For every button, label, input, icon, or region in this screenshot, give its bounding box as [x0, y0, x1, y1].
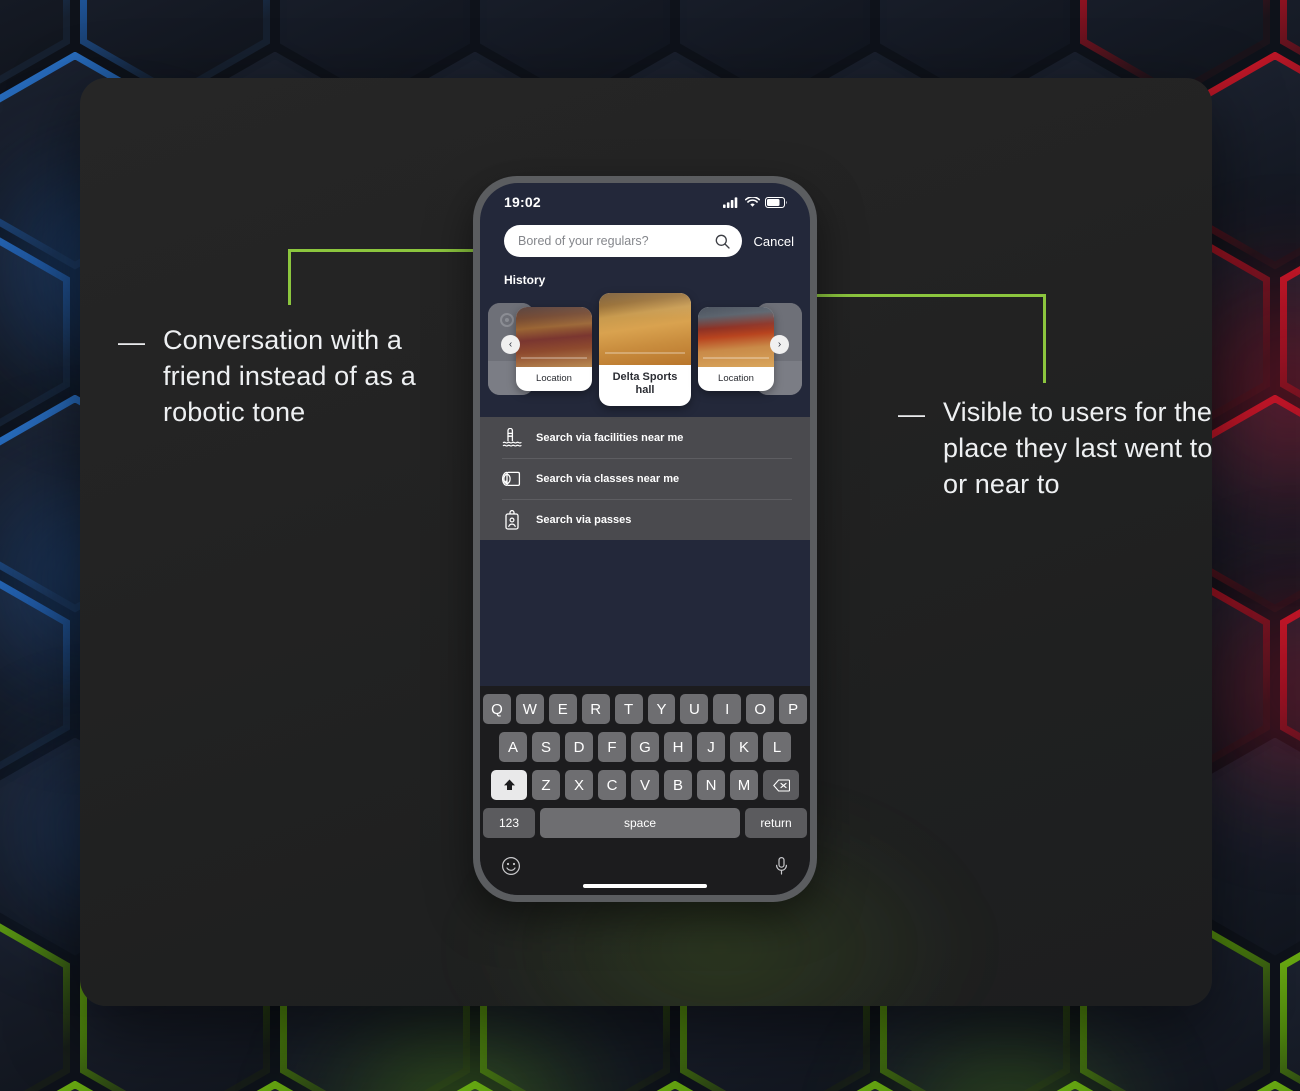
history-card[interactable]: Delta Sports hall [599, 292, 691, 406]
key-o[interactable]: O [746, 694, 775, 724]
keyboard-row-1: QWERTYUIOP [482, 694, 808, 724]
key-a[interactable]: A [499, 732, 527, 762]
on-screen-keyboard[interactable]: QWERTYUIOP ASDFGHJKL ZXCVBNM 123 space r… [480, 686, 810, 895]
backspace-icon [772, 778, 790, 792]
key-c[interactable]: C [598, 770, 626, 800]
key-i[interactable]: I [713, 694, 742, 724]
key-b[interactable]: B [664, 770, 692, 800]
keyboard-bottom-row [483, 846, 807, 884]
battery-icon [765, 196, 787, 208]
home-indicator [583, 884, 707, 888]
connector-right-vertical [1043, 294, 1046, 383]
yoga-mat-icon [501, 469, 522, 489]
key-f[interactable]: F [598, 732, 626, 762]
history-card-caption: Location [536, 373, 572, 384]
key-t[interactable]: T [614, 694, 643, 724]
history-label: History [504, 273, 546, 287]
history-card[interactable]: Location [516, 307, 592, 391]
search-icon[interactable] [715, 234, 730, 249]
key-r[interactable]: R [581, 694, 610, 724]
key-p[interactable]: P [779, 694, 808, 724]
return-key[interactable]: return [745, 808, 807, 838]
search-option-label: Search via passes [536, 513, 632, 526]
status-icons [723, 196, 788, 208]
carousel-next-button[interactable]: › [770, 335, 789, 354]
carousel-prev-button[interactable]: ‹ [501, 335, 520, 354]
key-j[interactable]: J [697, 732, 725, 762]
shift-arrow-icon [503, 779, 515, 790]
connector-left-horizontal [288, 249, 485, 252]
pool-ladder-icon [502, 427, 522, 448]
space-key[interactable]: space [540, 808, 740, 838]
badminton-court-photo [698, 307, 774, 367]
history-card[interactable]: Location [698, 307, 774, 391]
key-e[interactable]: E [548, 694, 577, 724]
search-option-item[interactable]: Search via facilities near me [480, 417, 810, 458]
carousel-cards: Location Delta Sports hall Location [480, 292, 810, 406]
gym-court-photo [516, 307, 592, 367]
search-placeholder: Bored of your regulars? [518, 234, 649, 248]
key-v[interactable]: V [631, 770, 659, 800]
microphone-icon[interactable] [774, 856, 789, 876]
key-d[interactable]: D [565, 732, 593, 762]
key-q[interactable]: Q [482, 694, 511, 724]
search-options-list: Search via facilities near me Search via … [480, 417, 810, 540]
phone-mockup: 19:02 Bored of your regulars? Cancel His… [473, 176, 817, 902]
search-option-item[interactable]: Search via classes near me [480, 458, 810, 499]
callout-right-text: Visible to users for the place they last… [943, 397, 1213, 499]
key-y[interactable]: Y [647, 694, 676, 724]
callout-left-text: Conversation with a friend instead of as… [163, 325, 416, 427]
key-z[interactable]: Z [532, 770, 560, 800]
empty-results-area [480, 540, 810, 686]
search-option-label: Search via classes near me [536, 472, 680, 485]
callout-left: — Conversation with a friend instead of … [118, 322, 448, 430]
connector-left-vertical [288, 249, 291, 305]
search-row: Bored of your regulars? Cancel [480, 221, 810, 257]
status-bar: 19:02 [480, 183, 810, 221]
history-carousel[interactable]: ‹ › Location Delta Sports hall Location [480, 292, 810, 406]
signal-bars-icon [723, 196, 738, 208]
wifi-icon [745, 196, 760, 207]
keyboard-row-3: ZXCVBNM [483, 770, 807, 800]
search-option-label: Search via facilities near me [536, 431, 684, 444]
search-input[interactable]: Bored of your regulars? [504, 225, 742, 257]
key-l[interactable]: L [763, 732, 791, 762]
cancel-button[interactable]: Cancel [754, 234, 794, 249]
shift-key[interactable] [491, 770, 527, 800]
emoji-smiley-icon[interactable] [501, 856, 521, 876]
numbers-key[interactable]: 123 [483, 808, 535, 838]
key-x[interactable]: X [565, 770, 593, 800]
keyboard-row-4: 123 space return [483, 808, 807, 838]
status-time: 19:02 [504, 194, 541, 210]
id-badge-icon [502, 509, 522, 530]
key-s[interactable]: S [532, 732, 560, 762]
callout-right: — Visible to users for the place they la… [898, 394, 1228, 502]
backspace-key[interactable] [763, 770, 799, 800]
sports-hall-photo [599, 292, 691, 365]
history-card-caption: Location [718, 373, 754, 384]
history-card-caption: Delta Sports hall [612, 370, 678, 396]
callout-dash: — [898, 399, 925, 429]
key-n[interactable]: N [697, 770, 725, 800]
key-k[interactable]: K [730, 732, 758, 762]
key-g[interactable]: G [631, 732, 659, 762]
key-u[interactable]: U [680, 694, 709, 724]
phone-screen: 19:02 Bored of your regulars? Cancel His… [480, 183, 810, 895]
key-m[interactable]: M [730, 770, 758, 800]
key-h[interactable]: H [664, 732, 692, 762]
search-option-item[interactable]: Search via passes [480, 499, 810, 540]
keyboard-row-2: ASDFGHJKL [483, 732, 807, 762]
key-w[interactable]: W [515, 694, 544, 724]
callout-dash: — [118, 327, 145, 357]
